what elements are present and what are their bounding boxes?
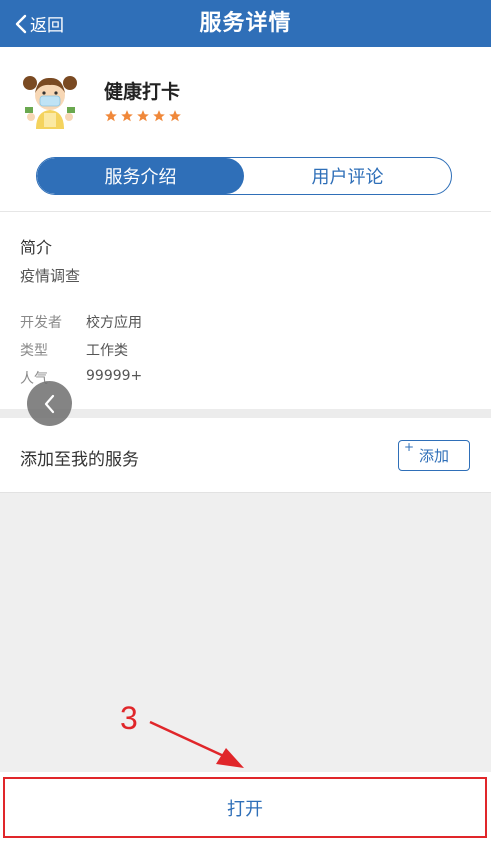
star-icon (105, 110, 117, 122)
app-name: 健康打卡 (104, 81, 181, 103)
app-summary-card: 健康打卡 服务介绍 用户评论 (0, 47, 491, 212)
back-label: 返回 (30, 16, 64, 36)
rating-stars (104, 109, 182, 123)
detail-value: 工作类 (86, 343, 128, 359)
back-button[interactable]: 返回 (14, 0, 64, 47)
detail-key: 类型 (20, 343, 48, 359)
chevron-left-icon (44, 394, 54, 413)
annotation-highlight-box (3, 777, 487, 838)
detail-value: 校方应用 (86, 315, 142, 331)
intro-section: 简介 疫情调查 开发者 校方应用 类型 工作类 人气 99999+ (0, 212, 491, 409)
tab-service-intro[interactable]: 服务介绍 (37, 158, 244, 194)
star-icon (153, 110, 165, 122)
tab-user-reviews[interactable]: 用户评论 (244, 158, 451, 194)
annotation-step-number: 3 (120, 700, 138, 736)
page-title: 服务详情 (199, 11, 292, 36)
star-icon (121, 110, 133, 122)
star-icon (169, 110, 181, 122)
add-service-label: 添加至我的服务 (20, 450, 139, 470)
detail-key: 开发者 (20, 315, 62, 331)
add-button[interactable]: + 添加 (398, 440, 470, 471)
intro-heading: 简介 (20, 238, 53, 257)
plus-icon: + (404, 440, 415, 454)
add-button-label: 添加 (418, 447, 449, 465)
section-divider (0, 409, 491, 418)
segmented-tabs: 服务介绍 用户评论 (36, 157, 452, 195)
add-service-row: 添加至我的服务 + 添加 (0, 418, 491, 493)
star-icon (137, 110, 149, 122)
intro-description: 疫情调查 (20, 267, 81, 285)
detail-row-type: 类型 工作类 (20, 340, 128, 360)
detail-row-developer: 开发者 校方应用 (20, 312, 142, 332)
detail-value: 99999+ (86, 368, 143, 384)
header-bar: 返回 服务详情 (0, 0, 491, 47)
chevron-left-icon (15, 14, 27, 33)
floating-back-button[interactable] (27, 381, 72, 426)
app-avatar-icon (23, 76, 77, 129)
